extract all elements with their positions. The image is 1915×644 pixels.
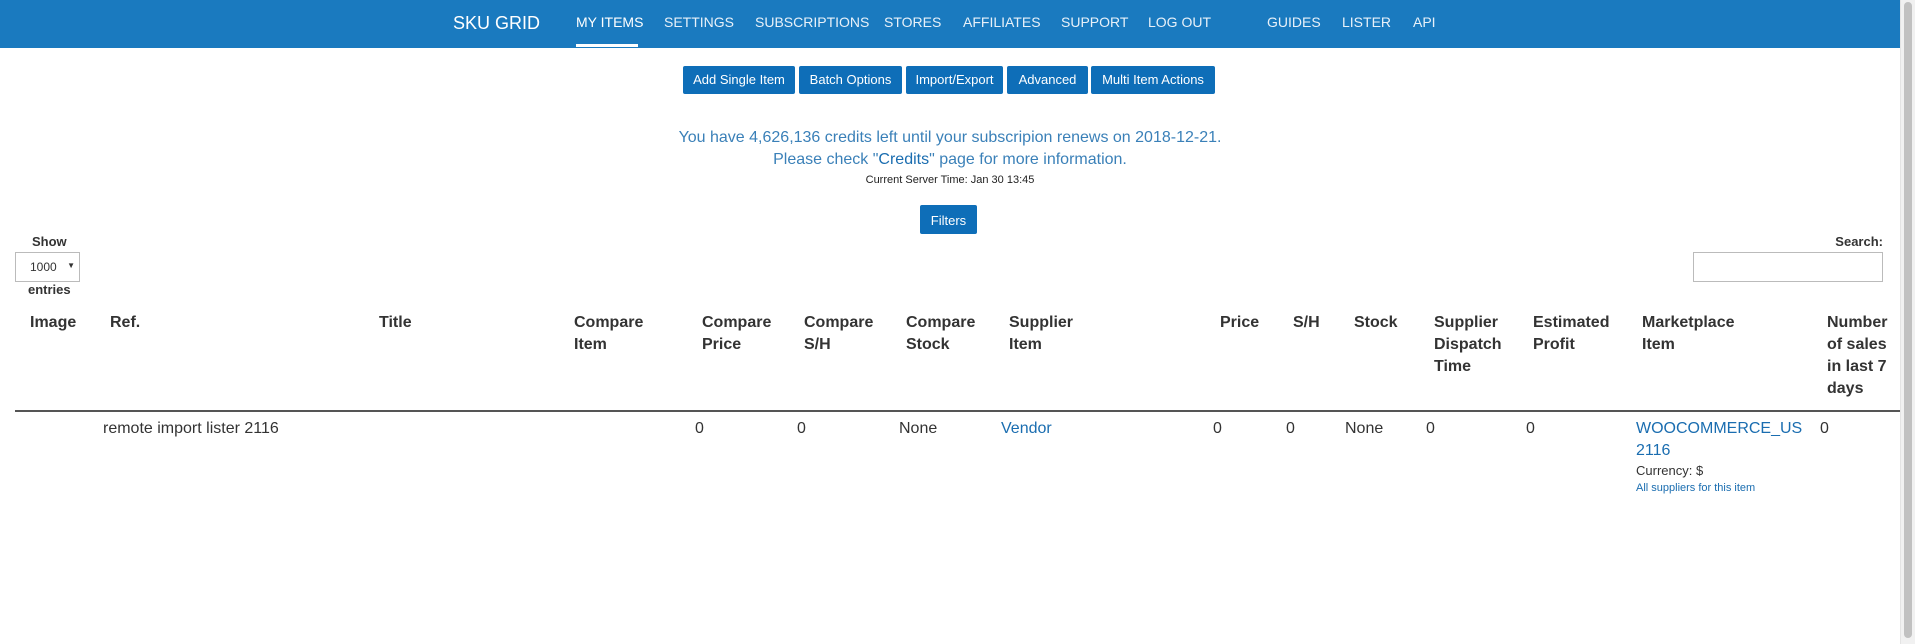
cell-stock: None: [1345, 420, 1384, 437]
header-line: Compare: [702, 314, 772, 331]
cell-supplier-item: Vendor: [1001, 418, 1052, 440]
header-line: Stock: [1354, 314, 1398, 331]
header-line: Price: [1220, 314, 1260, 331]
marketplace-item-link[interactable]: WOOCOMMERCE_US 2116: [1636, 420, 1802, 459]
column-header-marketplace-item[interactable]: Marketplace Item: [1642, 312, 1735, 356]
credits-info-line: Please check "Credits" page for more inf…: [0, 151, 1900, 169]
header-line: Item: [1642, 336, 1675, 353]
server-time: Current Server Time: Jan 30 13:45: [865, 174, 1035, 186]
brand-logo[interactable]: SKU GRID: [453, 13, 540, 34]
add-single-item-button[interactable]: Add Single Item: [683, 66, 795, 94]
header-line: Supplier: [1009, 314, 1074, 331]
search-label: Search:: [1835, 234, 1883, 249]
cell-compare-price: 0: [695, 420, 704, 437]
search-input[interactable]: [1693, 252, 1883, 282]
chevron-down-icon: ▼: [67, 261, 75, 270]
nav-stores[interactable]: STORES: [884, 14, 941, 30]
top-navigation-bar: SKU GRID MY ITEMS SETTINGS SUBSCRIPTIONS…: [0, 0, 1900, 48]
cell-sh: 0: [1286, 420, 1295, 437]
nav-api[interactable]: API: [1413, 14, 1436, 30]
header-line: Estimated: [1533, 314, 1610, 331]
nav-affiliates[interactable]: AFFILIATES: [963, 14, 1041, 30]
header-line: Dispatch: [1434, 336, 1502, 353]
header-line: Profit: [1533, 336, 1575, 353]
entries-per-page-value: 1000: [30, 260, 57, 274]
column-header-price[interactable]: Price: [1220, 312, 1259, 334]
cell-marketplace-item: WOOCOMMERCE_US 2116: [1636, 418, 1802, 462]
cell-compare-stock: None: [899, 420, 938, 437]
credits-info-suffix: " page for more information.: [929, 151, 1127, 168]
header-line: Stock: [906, 336, 950, 353]
nav-subscriptions[interactable]: SUBSCRIPTIONS: [755, 14, 869, 30]
marketplace-name: WOOCOMMERCE_US: [1636, 420, 1803, 437]
nav-guides[interactable]: GUIDES: [1267, 14, 1321, 30]
column-header-estimated-profit[interactable]: Estimated Profit: [1533, 312, 1609, 356]
header-line: Time: [1434, 358, 1472, 375]
credits-info-prefix: Please check ": [773, 151, 879, 168]
marketplace-id: 2116: [1636, 442, 1671, 459]
cell-estimated-profit: 0: [1526, 420, 1535, 437]
multi-item-actions-button[interactable]: Multi Item Actions: [1091, 66, 1215, 94]
column-header-image[interactable]: Image: [30, 312, 76, 334]
header-line: Item: [1009, 336, 1042, 353]
header-line: Ref.: [110, 314, 141, 331]
header-line: Marketplace: [1642, 314, 1735, 331]
filters-button[interactable]: Filters: [920, 205, 977, 234]
header-line: Price: [702, 336, 742, 353]
header-line: days: [1827, 380, 1864, 397]
header-line: Supplier: [1434, 314, 1499, 331]
header-line: of sales: [1827, 336, 1887, 353]
credits-message: You have 4,626,136 credits left until yo…: [678, 129, 1222, 146]
cell-currency: Currency: $: [1636, 463, 1704, 478]
header-line: Compare: [574, 314, 644, 331]
cell-ref: remote import lister 2116: [103, 420, 279, 437]
cell-compare-sh: 0: [797, 420, 806, 437]
scrollbar-thumb[interactable]: [1904, 2, 1912, 638]
header-line: S/H: [804, 336, 831, 353]
header-line: in last 7: [1827, 358, 1887, 375]
column-header-title[interactable]: Title: [379, 312, 412, 334]
header-line: Item: [574, 336, 607, 353]
nav-lister[interactable]: LISTER: [1342, 14, 1391, 30]
vertical-scrollbar[interactable]: [1900, 0, 1915, 644]
cell-sales-last-7-days: 0: [1820, 420, 1829, 437]
header-line: Image: [30, 314, 77, 331]
import-export-button[interactable]: Import/Export: [906, 66, 1003, 94]
advanced-button[interactable]: Advanced: [1007, 66, 1088, 94]
column-header-sales-last-7-days[interactable]: Number of sales in last 7 days: [1827, 312, 1887, 400]
show-label: Show: [32, 234, 67, 249]
cell-price: 0: [1213, 420, 1222, 437]
entries-per-page-select[interactable]: 1000 ▼: [15, 252, 80, 282]
column-header-compare-sh[interactable]: Compare S/H: [804, 312, 873, 356]
header-line: Title: [379, 314, 412, 331]
cell-dispatch-time: 0: [1426, 420, 1435, 437]
header-line: Compare: [804, 314, 874, 331]
header-line: S/H: [1293, 314, 1320, 331]
column-header-compare-stock[interactable]: Compare Stock: [906, 312, 975, 356]
credits-page-link[interactable]: Credits: [878, 151, 929, 168]
entries-label: entries: [28, 282, 71, 297]
column-header-sh[interactable]: S/H: [1293, 312, 1320, 334]
nav-my-items[interactable]: MY ITEMS: [576, 14, 643, 30]
column-header-ref[interactable]: Ref.: [110, 312, 140, 334]
column-header-stock[interactable]: Stock: [1354, 312, 1398, 334]
header-line: Compare: [906, 314, 976, 331]
column-header-compare-price[interactable]: Compare Price: [702, 312, 771, 356]
nav-support[interactable]: SUPPORT: [1061, 14, 1128, 30]
all-suppliers-link[interactable]: All suppliers for this item: [1636, 482, 1755, 494]
supplier-vendor-link[interactable]: Vendor: [1001, 420, 1052, 437]
nav-log-out[interactable]: LOG OUT: [1148, 14, 1211, 30]
nav-active-indicator: [576, 44, 638, 47]
column-header-compare-item[interactable]: Compare Item: [574, 312, 643, 356]
column-header-supplier-dispatch-time[interactable]: Supplier Dispatch Time: [1434, 312, 1502, 378]
table-header-divider: [15, 410, 1900, 412]
column-header-supplier-item[interactable]: Supplier Item: [1009, 312, 1073, 356]
nav-settings[interactable]: SETTINGS: [664, 14, 734, 30]
batch-options-button[interactable]: Batch Options: [799, 66, 902, 94]
header-line: Number: [1827, 314, 1888, 331]
